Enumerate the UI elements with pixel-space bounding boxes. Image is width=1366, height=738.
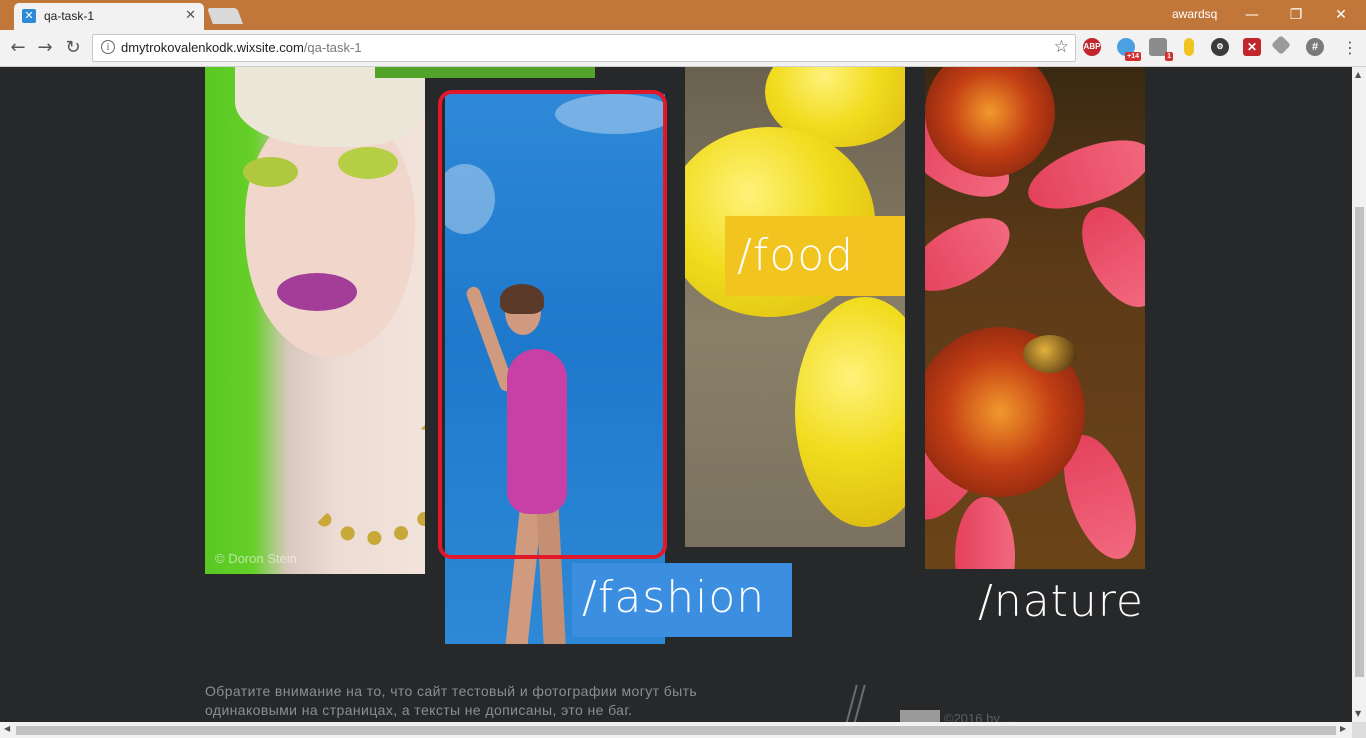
adblock-plus-icon[interactable]: ABP — [1083, 38, 1101, 56]
site-info-icon[interactable]: i — [101, 40, 115, 54]
play-icon[interactable] — [900, 710, 940, 722]
cloud-extension-icon[interactable]: +14 — [1117, 38, 1141, 61]
vertical-scrollbar[interactable]: ▲ ▼ — [1352, 67, 1366, 722]
portrait-necklace — [295, 397, 425, 545]
wix-favicon-icon: ✕ — [22, 9, 36, 23]
close-window-icon[interactable]: ✕ — [1327, 4, 1355, 26]
x-extension-icon[interactable]: ✕ — [1243, 38, 1261, 56]
browser-menu-icon[interactable]: ⋮ — [1342, 38, 1358, 57]
url-host: dmytrokovalenkodk.wixsite.com — [121, 40, 304, 55]
bulb-extension-icon[interactable] — [1184, 38, 1194, 56]
cloud-extension-badge: +14 — [1125, 52, 1141, 61]
shield-extension-icon[interactable]: 1 — [1149, 38, 1173, 61]
browser-toolbar: ← → ↻ i dmytrokovalenkodk.wixsite.com/qa… — [0, 30, 1366, 67]
bookmark-star-icon[interactable]: ☆ — [1054, 37, 1069, 57]
food-category-link[interactable]: /food — [725, 216, 905, 296]
page-content: © Doron Stein /food /fashion /nature Обр… — [0, 67, 1352, 722]
scroll-down-icon[interactable]: ▼ — [1355, 709, 1361, 718]
puzzle-extension-icon[interactable] — [1271, 35, 1291, 55]
browser-titlebar: ✕ qa-task-1 ✕ awardsq — ❐ ✕ — [0, 0, 1366, 30]
tab-title: qa-task-1 — [44, 9, 95, 23]
footer-note: Обратите внимание на то, что сайт тестов… — [205, 682, 805, 720]
bee-shape — [1023, 335, 1077, 373]
reload-icon[interactable]: ↻ — [61, 36, 85, 60]
portrait-eye-right — [338, 147, 398, 179]
photo-watermark: © Doron Stein — [215, 551, 297, 566]
gear-extension-icon[interactable]: ⚙ — [1211, 38, 1229, 56]
hash-extension-icon[interactable]: # — [1306, 38, 1324, 56]
forward-arrow-icon[interactable]: → — [33, 36, 57, 60]
url-path: /qa-task-1 — [303, 40, 362, 55]
browser-tab[interactable]: ✕ qa-task-1 ✕ — [14, 3, 204, 30]
url-text[interactable]: dmytrokovalenkodk.wixsite.com/qa-task-1 — [121, 40, 362, 55]
nature-photo[interactable] — [925, 67, 1145, 569]
address-bar[interactable]: i dmytrokovalenkodk.wixsite.com/qa-task-… — [92, 34, 1076, 62]
fashion-category-link[interactable]: /fashion — [572, 563, 792, 637]
petal-shape — [925, 203, 1022, 306]
food-photo[interactable] — [685, 67, 905, 547]
scroll-right-icon[interactable]: ▶ — [1340, 724, 1346, 733]
footer-note-line: Обратите внимание на то, что сайт тестов… — [205, 683, 698, 699]
copyright-text: ©2016 by ... — [944, 711, 1015, 722]
restore-icon[interactable]: ❐ — [1282, 4, 1310, 26]
new-tab-button[interactable] — [207, 8, 243, 24]
scroll-up-icon[interactable]: ▲ — [1355, 70, 1361, 79]
tab-close-icon[interactable]: ✕ — [185, 8, 196, 23]
profile-name[interactable]: awardsq — [1172, 7, 1217, 21]
shield-extension-badge: 1 — [1165, 52, 1173, 61]
vertical-scroll-thumb[interactable] — [1355, 207, 1364, 677]
portrait-photo[interactable]: © Doron Stein — [205, 67, 425, 574]
green-label-strip[interactable] — [375, 67, 595, 78]
horizontal-scrollbar[interactable]: ◀ ▶ — [0, 722, 1352, 738]
petal-shape — [955, 497, 1015, 569]
portrait-lips — [277, 273, 357, 311]
minimize-icon[interactable]: — — [1238, 4, 1266, 26]
scroll-left-icon[interactable]: ◀ — [4, 724, 10, 733]
scrollbar-corner — [1352, 722, 1366, 738]
footer-note-line: одинаковыми на страницах, а тексты не до… — [205, 702, 633, 718]
lemon-shape — [795, 297, 905, 527]
back-arrow-icon[interactable]: ← — [6, 36, 30, 60]
nature-category-link[interactable]: /nature — [978, 572, 1144, 632]
horizontal-scroll-thumb[interactable] — [16, 726, 1336, 735]
portrait-eye-left — [243, 157, 298, 187]
petal-shape — [1066, 194, 1145, 320]
highlight-frame — [438, 90, 667, 559]
portrait-hair — [235, 67, 425, 147]
